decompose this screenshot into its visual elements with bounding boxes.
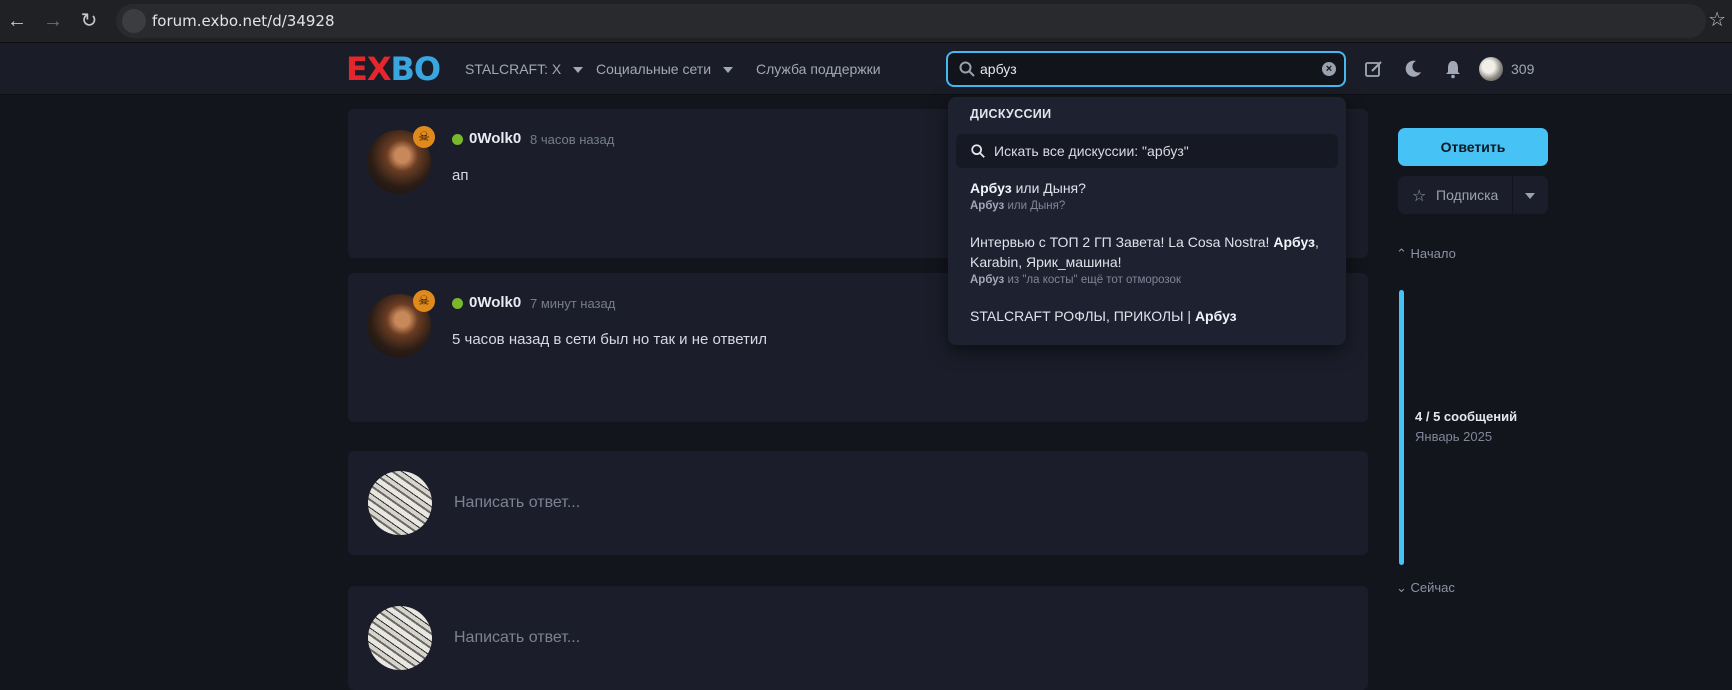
site-settings-icon[interactable] <box>122 9 146 33</box>
result-excerpt: Арбуз или Дыня? <box>970 200 1066 212</box>
result-excerpt: Арбуз из "ла косты" ещё тот отморозок <box>970 274 1181 286</box>
browser-toolbar: ← → ↻ forum.exbo.net/d/34928 ☆ <box>0 0 1732 43</box>
moon-icon[interactable] <box>1403 59 1423 79</box>
subscribe-label: Подписка <box>1436 187 1499 203</box>
chevron-down-icon <box>573 67 584 74</box>
search-icon <box>971 144 985 158</box>
bell-icon[interactable] <box>1443 59 1463 79</box>
chevron-down-icon[interactable] <box>1525 193 1535 199</box>
reply-placeholder[interactable]: Написать ответ... <box>454 451 580 555</box>
double-chevron-up-icon: ⌃ <box>1396 246 1407 261</box>
address-url[interactable]: forum.exbo.net/d/34928 <box>152 4 335 38</box>
forward-icon[interactable]: → <box>38 6 68 36</box>
search-all-discussions[interactable]: Искать все дискуссии: "арбуз" <box>956 134 1338 168</box>
result-title: STALCRAFT РОФЛЫ, ПРИКОЛЫ | Арбуз <box>970 308 1237 324</box>
reload-icon[interactable]: ↻ <box>74 6 104 36</box>
reply-avatar <box>368 471 432 535</box>
result-title: Интервью с ТОП 2 ГП Завета! La Cosa Nost… <box>970 234 1319 270</box>
search-result[interactable]: Арбуз или Дыня? Арбуз или Дыня? <box>970 178 1330 212</box>
compose-icon[interactable] <box>1364 59 1384 79</box>
nav-stalcraft[interactable]: STALCRAFT: X <box>465 43 584 95</box>
double-chevron-down-icon: ⌄ <box>1396 580 1407 595</box>
dropdown-heading: ДИСКУССИИ <box>970 107 1052 121</box>
search-input[interactable] <box>980 53 1300 85</box>
reply-avatar <box>368 606 432 670</box>
reply-composer[interactable]: Написать ответ... <box>348 586 1368 690</box>
search-all-label: Искать все дискуссии: "арбуз" <box>994 143 1189 159</box>
scrubber-end[interactable]: ⌄ Сейчас <box>1396 580 1455 596</box>
scrubber-date: Январь 2025 <box>1415 429 1493 444</box>
clear-search-icon[interactable]: × <box>1322 62 1336 76</box>
post-time[interactable]: 8 часов назад <box>530 132 614 147</box>
post-body: ап <box>452 167 469 184</box>
post-username[interactable]: 0Wolk0 <box>469 130 521 147</box>
search-results-dropdown: ДИСКУССИИ Искать все дискуссии: "арбуз" … <box>948 97 1346 345</box>
subscribe-button[interactable]: ☆ Подписка <box>1398 176 1548 214</box>
online-indicator <box>452 134 463 145</box>
chevron-down-icon <box>723 67 734 74</box>
skull-badge-icon: ☠ <box>413 290 435 312</box>
post-body: 5 часов назад в сети был но так и не отв… <box>452 331 768 348</box>
reply-placeholder[interactable]: Написать ответ... <box>454 586 580 690</box>
scrubber-start[interactable]: ⌃ Начало <box>1396 246 1456 262</box>
nav-social[interactable]: Социальные сети <box>596 43 734 95</box>
address-bar[interactable]: forum.exbo.net/d/34928 <box>116 4 1706 38</box>
reply-composer[interactable]: Написать ответ... <box>348 451 1368 555</box>
exbo-logo[interactable]: EXBO <box>346 53 441 85</box>
online-indicator <box>452 298 463 309</box>
bookmark-star-icon[interactable]: ☆ <box>1708 7 1726 32</box>
scrubber-handle[interactable] <box>1399 290 1404 565</box>
search-box[interactable]: × <box>946 51 1346 87</box>
back-icon[interactable]: ← <box>2 6 32 36</box>
scrubber-count: 4 / 5 сообщений <box>1415 409 1518 424</box>
skull-badge-icon: ☠ <box>413 126 435 148</box>
star-icon: ☆ <box>1412 188 1427 205</box>
post-username[interactable]: 0Wolk0 <box>469 294 521 311</box>
search-icon <box>959 61 975 77</box>
user-avatar[interactable] <box>1479 57 1503 81</box>
forum-header: EXBO STALCRAFT: X Социальные сети Служба… <box>0 43 1732 95</box>
button-divider <box>1512 176 1513 214</box>
user-count[interactable]: 309 <box>1511 43 1534 95</box>
search-result[interactable]: Интервью с ТОП 2 ГП Завета! La Cosa Nost… <box>970 232 1330 286</box>
nav-support[interactable]: Служба поддержки <box>756 43 881 95</box>
reply-button[interactable]: Ответить <box>1398 128 1548 166</box>
search-result[interactable]: STALCRAFT РОФЛЫ, ПРИКОЛЫ | Арбуз <box>970 306 1330 326</box>
result-title: Арбуз или Дыня? <box>970 180 1086 196</box>
post-time[interactable]: 7 минут назад <box>530 296 615 311</box>
